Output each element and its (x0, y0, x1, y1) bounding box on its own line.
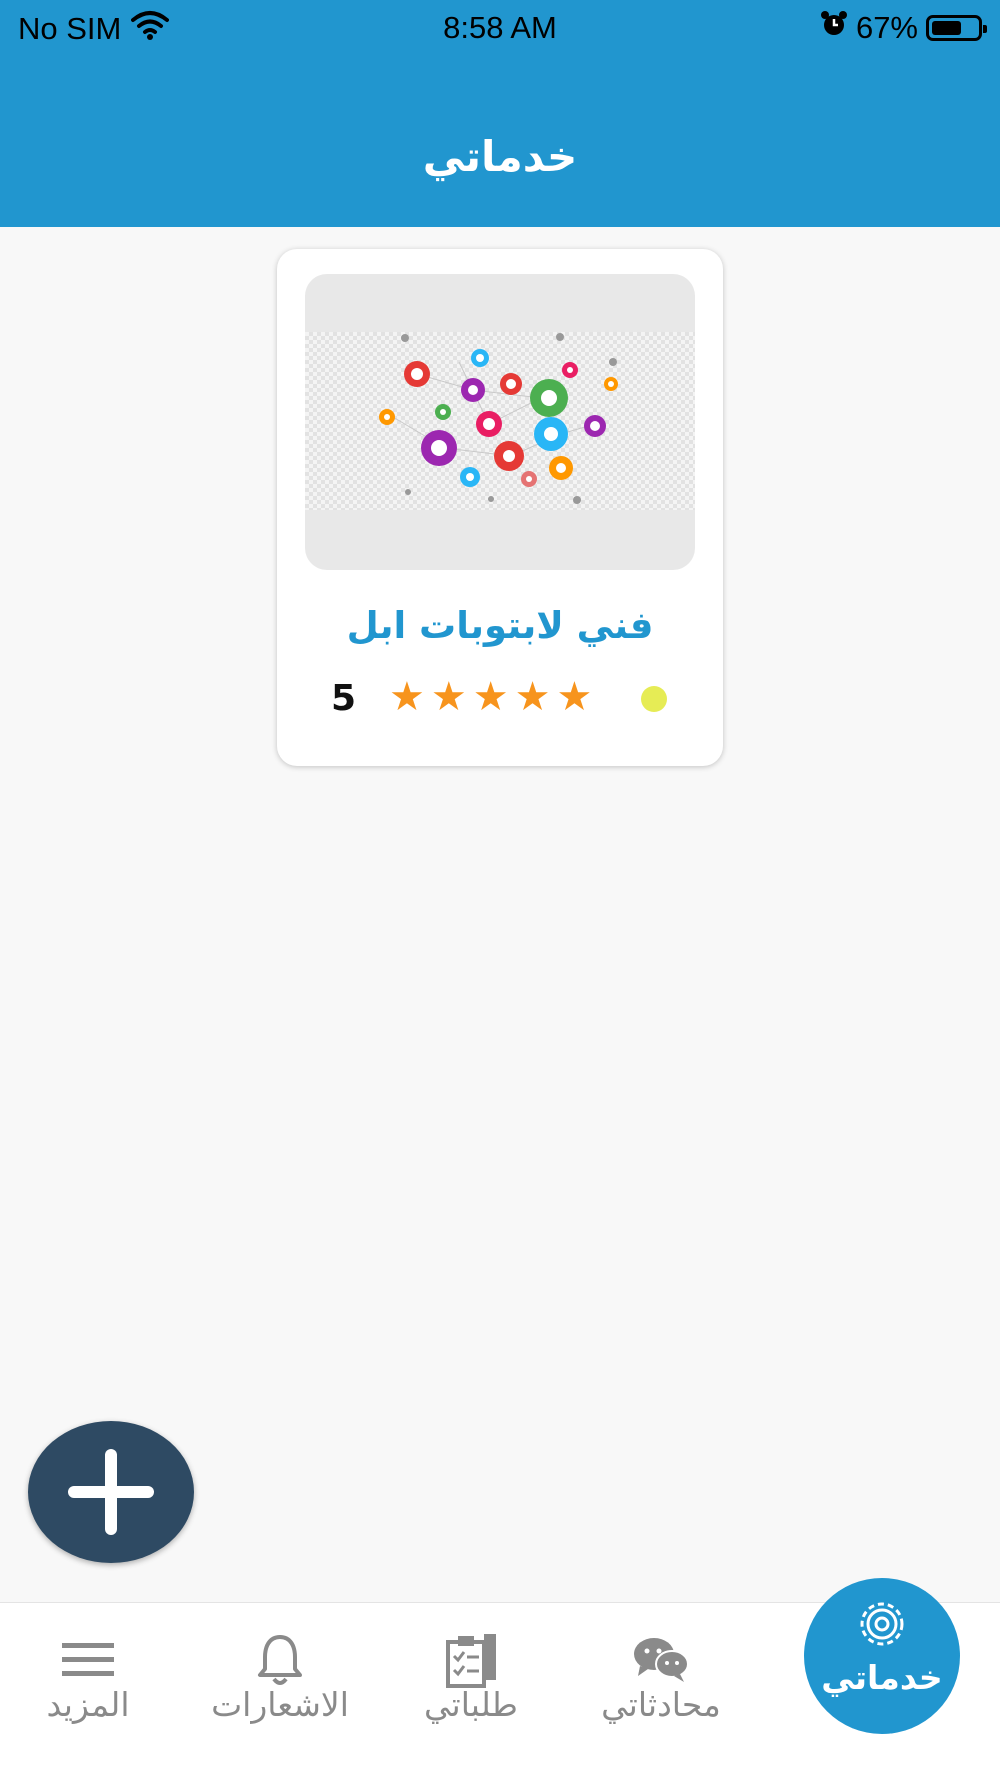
star-icon: ★ (514, 674, 551, 720)
battery-percent: 67% (855, 10, 918, 45)
star-icon: ★ (556, 674, 593, 720)
tab-chats[interactable]: محادثاتي (571, 1603, 751, 1779)
tab-my-services-label: خدماتي (821, 1658, 943, 1697)
page-title: خدماتي (422, 132, 578, 181)
status-bar: No SIM 8:58 AM 67% (0, 0, 1000, 56)
rating-row: 5 ★ ★ ★ ★ ★ (277, 674, 723, 724)
app-header: No SIM 8:58 AM 67% خدماتي (0, 0, 1000, 227)
alarm-icon (820, 10, 848, 46)
tab-more-label: المزيد (46, 1685, 130, 1724)
tab-my-services[interactable]: خدماتي (804, 1578, 960, 1734)
service-card[interactable]: فني لابتوبات ابل 5 ★ ★ ★ ★ ★ (277, 249, 723, 766)
status-dot (641, 686, 667, 712)
service-title: فني لابتوبات ابل (346, 604, 654, 647)
network-icons-illustration (379, 333, 618, 504)
tab-notifications-label: الاشعارات (211, 1685, 349, 1724)
tab-notifications[interactable]: الاشعارات (190, 1603, 370, 1779)
add-service-button[interactable] (28, 1421, 194, 1563)
star-rating: ★ ★ ★ ★ ★ (389, 674, 592, 720)
tab-orders[interactable]: طلباتي (381, 1603, 561, 1779)
battery-icon (926, 15, 987, 41)
star-icon: ★ (472, 674, 509, 720)
tab-more[interactable]: المزيد (0, 1603, 178, 1779)
service-image (305, 274, 695, 570)
tab-chats-label: محادثاتي (601, 1685, 721, 1724)
rating-value: 5 (331, 678, 357, 719)
star-icon: ★ (389, 674, 425, 720)
tab-orders-label: طلباتي (424, 1685, 518, 1724)
gear-icon (804, 1594, 960, 1654)
star-icon: ★ (430, 674, 467, 720)
